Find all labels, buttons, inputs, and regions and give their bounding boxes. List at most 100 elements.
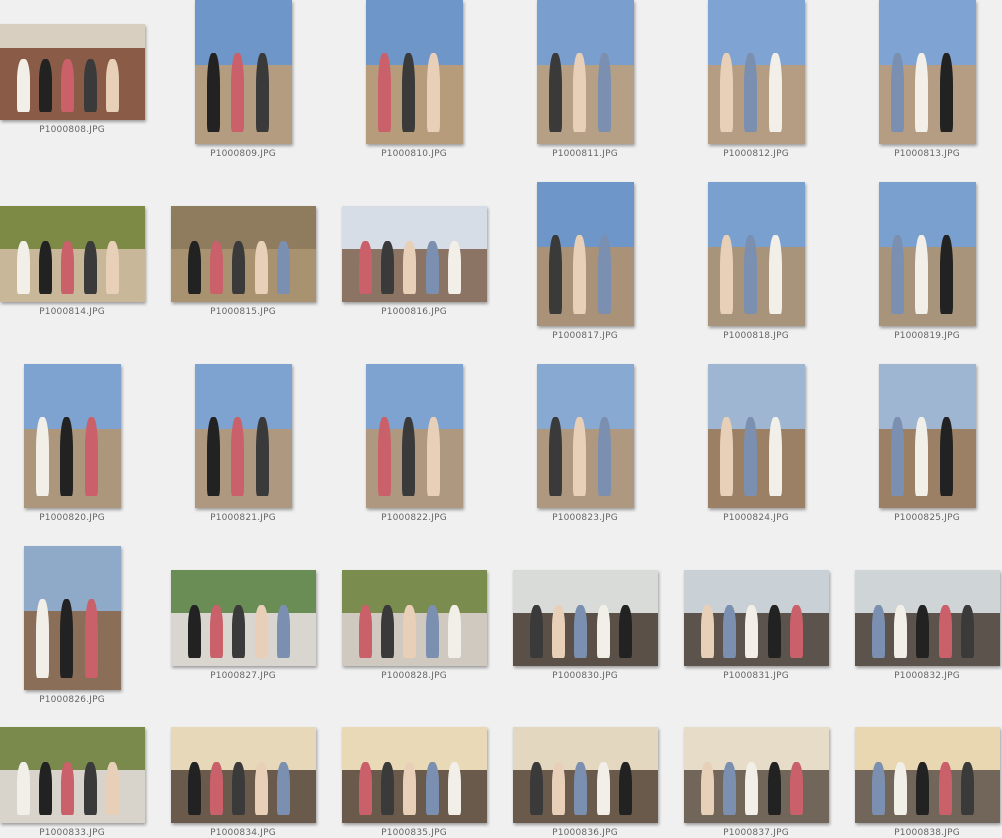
person-figure: [426, 417, 440, 496]
photo-thumbnail[interactable]: [170, 206, 316, 302]
photo-thumbnail[interactable]: [194, 0, 292, 144]
photo-thumbnail[interactable]: [341, 206, 487, 302]
person-figure: [572, 235, 586, 314]
photo-thumbnail[interactable]: [878, 364, 976, 508]
person-figure: [83, 762, 97, 815]
person-figure: [939, 235, 953, 314]
photo-thumbnail[interactable]: [194, 364, 292, 508]
person-figure: [35, 417, 49, 496]
photo-thumbnail[interactable]: [23, 364, 121, 508]
person-figure: [255, 417, 269, 496]
photo-thumbnail[interactable]: [536, 0, 634, 144]
person-figure: [231, 241, 245, 294]
person-figure: [890, 235, 904, 314]
photo-filename: P1000817.JPG: [552, 331, 618, 341]
person-figure: [187, 241, 201, 294]
person-figure: [939, 53, 953, 132]
photo-thumbnail[interactable]: [854, 570, 1000, 666]
person-figure: [209, 605, 223, 658]
person-figure: [551, 605, 565, 658]
person-figure: [743, 235, 757, 314]
photo-thumbnail[interactable]: [23, 546, 121, 690]
photo-thumbnail[interactable]: [683, 570, 829, 666]
person-figure: [914, 53, 928, 132]
photo-thumbnail[interactable]: [341, 570, 487, 666]
person-figure: [276, 241, 290, 294]
photo-filename: P1000825.JPG: [894, 513, 960, 523]
person-figure: [231, 762, 245, 815]
person-figure: [358, 605, 372, 658]
photo-thumbnail[interactable]: [0, 727, 145, 823]
photo-thumbnail[interactable]: [536, 364, 634, 508]
photo-filename: P1000818.JPG: [723, 331, 789, 341]
photo-thumbnail[interactable]: [512, 727, 658, 823]
photo-thumbnail[interactable]: [512, 570, 658, 666]
person-figure: [890, 53, 904, 132]
person-figure: [960, 762, 974, 815]
photo-filename: P1000828.JPG: [381, 671, 447, 681]
photo-filename: P1000821.JPG: [210, 513, 276, 523]
person-figure: [358, 241, 372, 294]
person-figure: [960, 605, 974, 658]
photo-thumbnail[interactable]: [365, 364, 463, 508]
person-figure: [402, 762, 416, 815]
person-figure: [890, 417, 904, 496]
person-figure: [206, 53, 220, 132]
photo-filename: P1000809.JPG: [210, 149, 276, 159]
photo-thumbnail[interactable]: [878, 182, 976, 326]
person-figure: [60, 762, 74, 815]
person-figure: [254, 241, 268, 294]
photo-filename: P1000820.JPG: [39, 513, 105, 523]
person-figure: [914, 235, 928, 314]
photo-filename: P1000808.JPG: [39, 125, 105, 135]
photo-thumbnail[interactable]: [170, 727, 316, 823]
person-figure: [893, 605, 907, 658]
person-figure: [447, 241, 461, 294]
photo-thumbnail[interactable]: [365, 0, 463, 144]
person-figure: [209, 762, 223, 815]
photo-filename: P1000812.JPG: [723, 149, 789, 159]
person-figure: [231, 605, 245, 658]
person-figure: [548, 417, 562, 496]
person-figure: [60, 59, 74, 112]
person-figure: [230, 417, 244, 496]
photo-thumbnail[interactable]: [854, 727, 1000, 823]
photo-filename: P1000826.JPG: [39, 695, 105, 705]
person-figure: [59, 417, 73, 496]
photo-thumbnail[interactable]: [170, 570, 316, 666]
person-figure: [83, 59, 97, 112]
person-figure: [719, 417, 733, 496]
person-figure: [35, 599, 49, 678]
photo-thumbnail[interactable]: [878, 0, 976, 144]
person-figure: [425, 241, 439, 294]
photo-filename: P1000833.JPG: [39, 828, 105, 838]
person-figure: [358, 762, 372, 815]
photo-thumbnail[interactable]: [683, 727, 829, 823]
photo-thumbnail[interactable]: [0, 206, 145, 302]
person-figure: [915, 605, 929, 658]
photo-filename: P1000837.JPG: [723, 828, 789, 838]
person-figure: [597, 53, 611, 132]
photo-thumbnail[interactable]: [707, 182, 805, 326]
photo-filename: P1000819.JPG: [894, 331, 960, 341]
person-figure: [529, 762, 543, 815]
person-figure: [618, 762, 632, 815]
photo-filename: P1000832.JPG: [894, 671, 960, 681]
photo-thumbnail[interactable]: [707, 364, 805, 508]
person-figure: [447, 605, 461, 658]
photo-filename: P1000835.JPG: [381, 828, 447, 838]
person-figure: [187, 762, 201, 815]
person-figure: [938, 762, 952, 815]
person-figure: [426, 53, 440, 132]
person-figure: [84, 417, 98, 496]
photo-thumbnail[interactable]: [0, 24, 145, 120]
person-figure: [789, 605, 803, 658]
photo-thumbnail[interactable]: [341, 727, 487, 823]
photo-thumbnail[interactable]: [707, 0, 805, 144]
person-figure: [768, 53, 782, 132]
photo-filename: P1000827.JPG: [210, 671, 276, 681]
person-figure: [871, 762, 885, 815]
photo-thumbnail[interactable]: [536, 182, 634, 326]
photo-filename: P1000814.JPG: [39, 307, 105, 317]
photo-filename: P1000823.JPG: [552, 513, 618, 523]
